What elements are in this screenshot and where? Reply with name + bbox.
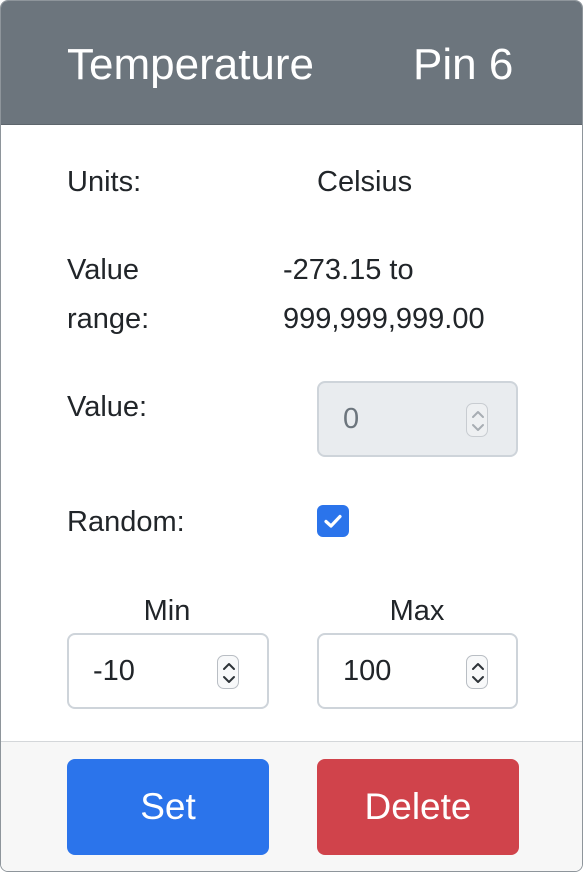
value-input-text: 0 [343,403,360,435]
range-value-line2: 999,999,999.00 [283,303,485,335]
range-label-line2: range: [67,303,150,335]
units-label: Units: [67,166,142,198]
range-value-line1: -273.15 to [283,254,414,286]
value-spinner-icon[interactable] [466,403,488,437]
random-label: Random: [67,506,185,538]
set-button[interactable]: Set [67,759,269,855]
min-spinner-icon[interactable] [217,655,239,689]
pin-card: Temperature Pin 6 Units: Celsius Value r… [0,0,583,872]
range-label-line1: Value [67,254,140,286]
random-checkbox[interactable] [317,505,349,537]
min-input-text: -10 [93,655,135,687]
min-input[interactable]: -10 [67,633,269,709]
max-spinner-icon[interactable] [466,655,488,689]
checkmark-icon [324,514,342,528]
card-header: Temperature Pin 6 [1,1,582,125]
sensor-title: Temperature [67,40,315,89]
value-label: Value: [67,391,148,423]
delete-button[interactable]: Delete [317,759,519,855]
max-input[interactable]: 100 [317,633,518,709]
min-label: Min [143,595,191,627]
value-input[interactable]: 0 [317,381,518,457]
pin-label: Pin 6 [413,40,514,89]
max-input-text: 100 [343,655,392,687]
card-footer: Set Delete [1,741,582,871]
units-value: Celsius [317,166,413,198]
max-label: Max [389,595,445,627]
